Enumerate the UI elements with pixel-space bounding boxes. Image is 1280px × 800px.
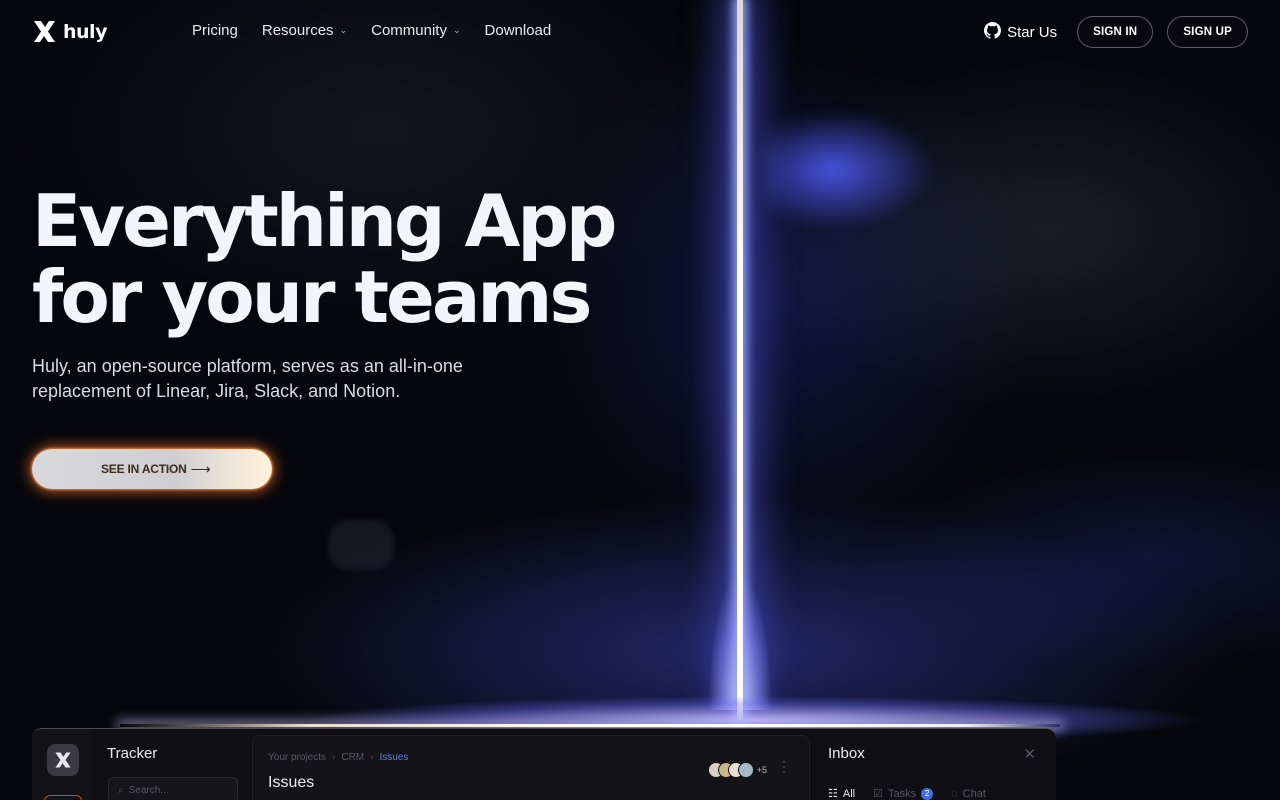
- arrow-right-icon: ⟶: [190, 460, 211, 477]
- horizon-line: [120, 724, 1060, 727]
- more-options-icon[interactable]: ⋮: [777, 758, 791, 775]
- tab-label: All: [842, 787, 856, 800]
- light-beam: [737, 0, 743, 720]
- tab-chat[interactable]: ◌ Chat: [951, 787, 986, 800]
- search-icon: ⌕: [118, 784, 124, 796]
- nav-link-label: Community: [371, 22, 447, 39]
- app-logo-icon[interactable]: [47, 744, 79, 776]
- issues-panel: Your projects › CRM › Issues Issues +5 ⋮: [252, 735, 810, 800]
- breadcrumb-separator: ›: [370, 752, 374, 763]
- search-placeholder: Search...: [128, 784, 169, 796]
- brand-name: huly: [63, 20, 107, 43]
- app-preview: Tracker ⌕ Search... Your projects › CRM …: [32, 728, 1056, 800]
- inbox-title: Inbox: [828, 745, 865, 762]
- star-us-label: Star Us: [1007, 23, 1058, 41]
- inbox-tabs: ☷ All ☑ Tasks 2 ◌ Chat: [828, 787, 986, 800]
- breadcrumb-item[interactable]: CRM: [341, 752, 364, 763]
- nav-link-download[interactable]: Download: [485, 22, 552, 39]
- breadcrumb-item[interactable]: Your projects: [268, 752, 326, 763]
- hero-title-line-1: Everything App: [32, 179, 617, 263]
- task-icon: ☑: [873, 788, 883, 800]
- chat-icon: ◌: [951, 787, 958, 800]
- hero-title: Everything App for your teams: [32, 179, 617, 339]
- app-sidebar: [32, 729, 92, 800]
- nav-link-label: Resources: [261, 22, 334, 39]
- tasks-count-badge: 2: [921, 787, 934, 800]
- hero-subtitle: Huly, an open-source platform, serves as…: [32, 356, 463, 401]
- breadcrumb: Your projects › CRM › Issues: [268, 752, 408, 763]
- breadcrumb-separator: ›: [332, 752, 336, 763]
- sign-in-button[interactable]: SIGN IN: [1077, 16, 1154, 48]
- tab-tasks[interactable]: ☑ Tasks 2: [873, 787, 934, 800]
- github-icon: [984, 21, 1002, 43]
- avatar-group[interactable]: +5: [707, 762, 767, 778]
- nav-links: Pricing Resources ⌄ Community ⌄ Download: [192, 22, 551, 39]
- light-flare: [765, 110, 935, 230]
- nav-link-community[interactable]: Community ⌄: [371, 22, 460, 39]
- workspace-icon[interactable]: [44, 795, 82, 800]
- faded-discord-icon: [328, 520, 394, 570]
- avatar: [737, 762, 754, 778]
- nav-actions: Star Us SIGN IN SIGN UP: [984, 16, 1248, 48]
- sidebar-title: Tracker: [107, 745, 158, 762]
- chevron-down-icon: ⌄: [339, 25, 348, 35]
- tab-label: Chat: [962, 787, 986, 800]
- tab-label: Tasks: [887, 787, 917, 800]
- avatar-more-count: +5: [756, 765, 767, 775]
- inbox-panel: Inbox ✕ ☷ All ☑ Tasks 2 ◌ Chat: [820, 735, 1056, 800]
- page-title: Issues: [268, 774, 315, 791]
- sign-up-button[interactable]: SIGN UP: [1167, 16, 1248, 48]
- huly-logo-icon: [32, 19, 57, 44]
- star-us-link[interactable]: Star Us: [984, 21, 1058, 43]
- cta-label: SEE IN ACTION: [101, 462, 187, 476]
- tab-all[interactable]: ☷ All: [828, 787, 855, 800]
- nav-link-label: Download: [484, 22, 552, 39]
- brand-logo[interactable]: huly: [32, 19, 107, 44]
- search-input[interactable]: ⌕ Search...: [108, 777, 238, 800]
- top-nav: huly Pricing Resources ⌄ Community ⌄ Dow…: [0, 0, 1280, 64]
- nav-link-pricing[interactable]: Pricing: [192, 22, 238, 39]
- breadcrumb-item-current[interactable]: Issues: [379, 752, 408, 763]
- nav-link-label: Pricing: [192, 22, 238, 39]
- list-icon: ☷: [828, 788, 838, 800]
- chevron-down-icon: ⌄: [452, 25, 461, 35]
- nav-link-resources[interactable]: Resources ⌄: [262, 22, 347, 39]
- close-icon[interactable]: ✕: [1023, 745, 1036, 763]
- hero-title-line-2: for your teams: [32, 255, 592, 339]
- see-in-action-button[interactable]: SEE IN ACTION ⟶: [32, 449, 272, 489]
